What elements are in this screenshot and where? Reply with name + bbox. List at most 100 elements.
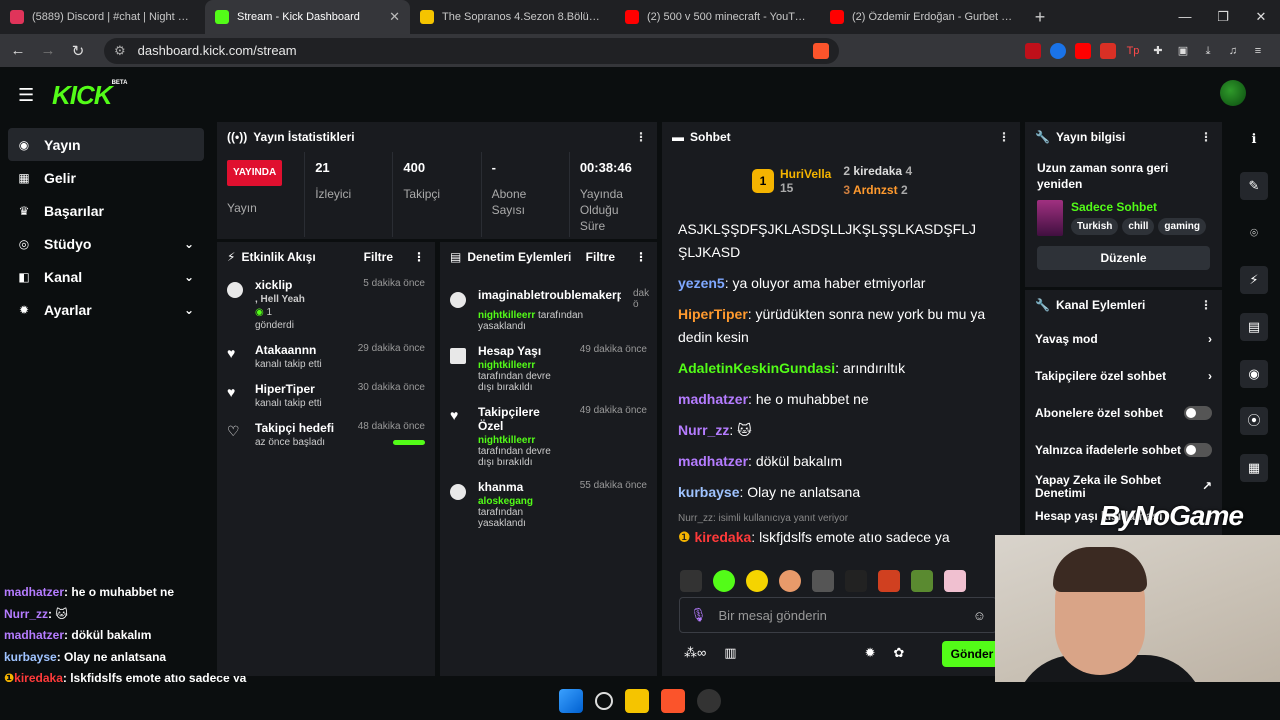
emote-icon[interactable] xyxy=(911,570,933,592)
download-icon[interactable]: ⤓ xyxy=(1200,43,1216,59)
subscribers-only-toggle[interactable] xyxy=(1184,405,1212,420)
game-app-icon[interactable] xyxy=(697,689,721,713)
file-explorer-icon[interactable] xyxy=(625,689,649,713)
message-user[interactable]: madhatzer xyxy=(678,391,748,407)
url-field[interactable]: ⚙ dashboard.kick.com/stream xyxy=(104,37,839,64)
filter-button[interactable]: Filtre xyxy=(364,250,393,264)
event-user[interactable]: Atakaannn xyxy=(255,343,346,357)
browser-tab-sopranos[interactable]: The Sopranos 4.Sezon 8.Bölüm - Dizi xyxy=(410,0,615,34)
brave-browser-icon[interactable] xyxy=(661,689,685,713)
search-ext-icon[interactable] xyxy=(1100,42,1116,59)
brave-shields-icon[interactable] xyxy=(813,42,829,59)
mod-target[interactable]: imaginabletroublemakerpo xyxy=(478,288,621,302)
sidebar-item-kanal[interactable]: ◧ Kanal ⌄ xyxy=(0,260,212,293)
event-user[interactable]: xicklip xyxy=(255,278,351,292)
tag[interactable]: gaming xyxy=(1158,218,1206,235)
sidebar-item-gelir[interactable]: ▦ Gelir xyxy=(0,161,212,194)
discord-favicon-icon xyxy=(10,10,24,24)
puzzle-icon[interactable]: ✚ xyxy=(1150,43,1166,59)
edit-icon[interactable]: ✎ xyxy=(1240,172,1268,200)
more-options-icon[interactable]: ⋮ xyxy=(635,250,647,264)
browser-tab-youtube-1[interactable]: (2) 500 v 500 minecraft - YouTube xyxy=(615,0,820,34)
microphone-icon[interactable]: 🎙 xyxy=(690,607,707,623)
emote-icon[interactable] xyxy=(812,570,834,592)
emote-icon[interactable] xyxy=(845,570,867,592)
youtube-ext-icon[interactable] xyxy=(1075,42,1091,59)
emote-icon[interactable] xyxy=(746,570,768,592)
close-window-icon[interactable]: ✕ xyxy=(1242,0,1280,34)
ublock-icon[interactable] xyxy=(1025,42,1041,59)
info-icon[interactable]: ℹ xyxy=(1240,125,1268,153)
followers-only-row[interactable]: Takipçilere özel sohbet › xyxy=(1025,357,1222,394)
minimize-icon[interactable]: — xyxy=(1166,0,1204,34)
message-user[interactable]: Nurr_zz xyxy=(678,422,729,438)
message-user[interactable]: kurbayse xyxy=(678,484,739,500)
browser-tab-discord[interactable]: (5889) Discord | #chat | Night Edit xyxy=(0,0,205,34)
media-icon[interactable]: ♫ xyxy=(1225,43,1241,59)
reading-list-icon[interactable]: ▣ xyxy=(1175,43,1191,59)
new-tab-button[interactable]: + xyxy=(1025,7,1055,28)
camera-icon[interactable]: ⌾ xyxy=(1240,219,1268,247)
kick-logo[interactable]: KICKBETA xyxy=(52,80,127,111)
more-options-icon[interactable]: ⋮ xyxy=(413,250,425,264)
reload-icon[interactable]: ↻ xyxy=(66,42,90,60)
maximize-icon[interactable]: ❐ xyxy=(1204,0,1242,34)
chat-bubble-icon[interactable]: ◉ xyxy=(1240,360,1268,388)
more-options-icon[interactable]: ⋮ xyxy=(998,130,1010,144)
close-tab-icon[interactable]: ✕ xyxy=(389,9,400,25)
tag[interactable]: chill xyxy=(1122,218,1155,235)
community-icon[interactable]: ⁂∞ xyxy=(684,645,706,661)
stat-subscribers: - Abone Sayısı xyxy=(482,152,570,237)
more-options-icon[interactable]: ⋮ xyxy=(1200,130,1212,144)
document-icon[interactable]: ▤ xyxy=(1240,313,1268,341)
message-user[interactable]: HiperTiper xyxy=(678,306,748,322)
more-options-icon[interactable]: ⋮ xyxy=(635,130,647,144)
tag[interactable]: Turkish xyxy=(1071,218,1119,235)
sidebar-item-ayarlar[interactable]: ✹ Ayarlar ⌄ xyxy=(0,293,212,326)
message-user[interactable]: kiredaka xyxy=(694,529,751,545)
filter-button[interactable]: Filtre xyxy=(586,250,615,264)
layout-icon[interactable]: ▦ xyxy=(1240,454,1268,482)
kick-icon xyxy=(227,282,243,298)
sidebar-item-yayin[interactable]: ◉ Yayın xyxy=(8,128,204,161)
event-count: 1 xyxy=(266,307,273,318)
lightning-icon[interactable]: ⚡ xyxy=(1240,266,1268,294)
send-button[interactable]: Gönder xyxy=(942,641,1002,667)
chat-input[interactable]: 🎙 Bir mesaj gönderin ☺ xyxy=(679,597,997,633)
sidebar-item-basarilar[interactable]: ♛ Başarılar xyxy=(0,194,212,227)
emote-icon[interactable] xyxy=(779,570,801,592)
forward-icon[interactable]: → xyxy=(36,42,60,59)
emote-icon[interactable] xyxy=(878,570,900,592)
tp-ext-icon[interactable]: Tp xyxy=(1125,43,1141,59)
back-icon[interactable]: ← xyxy=(6,42,30,59)
hamburger-menu-icon[interactable]: ☰ xyxy=(18,85,34,106)
emoji-picker-icon[interactable]: ☺ xyxy=(973,608,986,623)
mod-target[interactable]: khanma xyxy=(478,480,568,494)
browser-tab-youtube-2[interactable]: (2) Özdemir Erdoğan - Gurbet (1972) xyxy=(820,0,1025,34)
broadcast-icon[interactable]: ⦿ xyxy=(1240,407,1268,435)
emote-icon[interactable] xyxy=(680,570,702,592)
emote-icon[interactable] xyxy=(713,570,735,592)
more-options-icon[interactable]: ⋮ xyxy=(1200,298,1212,312)
message-user[interactable]: madhatzer xyxy=(678,453,748,469)
store-icon[interactable]: ▥ xyxy=(724,645,736,661)
settings-icon[interactable]: ✹ xyxy=(865,645,876,661)
message-user[interactable]: yezen5 xyxy=(678,275,725,291)
top-chatter-2-3: 2 kiredaka 4 3 Ardnzst 2 xyxy=(843,162,912,200)
sidebar-item-studyo[interactable]: ◎ Stüdyo ⌄ xyxy=(0,227,212,260)
browser-tab-kick[interactable]: Stream - Kick Dashboard ✕ xyxy=(205,0,410,34)
emotes-only-toggle[interactable] xyxy=(1184,442,1212,457)
menu-icon[interactable]: ≡ xyxy=(1250,43,1266,59)
emote-icon[interactable] xyxy=(944,570,966,592)
slow-mode-row[interactable]: Yavaş mod › xyxy=(1025,320,1222,357)
edit-button[interactable]: Düzenle xyxy=(1037,246,1210,270)
event-user[interactable]: HiperTiper xyxy=(255,382,346,396)
windows-start-icon[interactable] xyxy=(559,689,583,713)
category-link[interactable]: Sadece Sohbet xyxy=(1071,200,1206,214)
translate-icon[interactable] xyxy=(1050,42,1066,59)
avatar[interactable] xyxy=(1220,80,1246,106)
site-info-icon[interactable]: ⚙ xyxy=(114,43,126,59)
message-user[interactable]: AdaletinKeskinGundasi xyxy=(678,360,835,376)
search-icon[interactable] xyxy=(595,692,613,710)
gift-icon[interactable]: ✿ xyxy=(893,645,904,661)
